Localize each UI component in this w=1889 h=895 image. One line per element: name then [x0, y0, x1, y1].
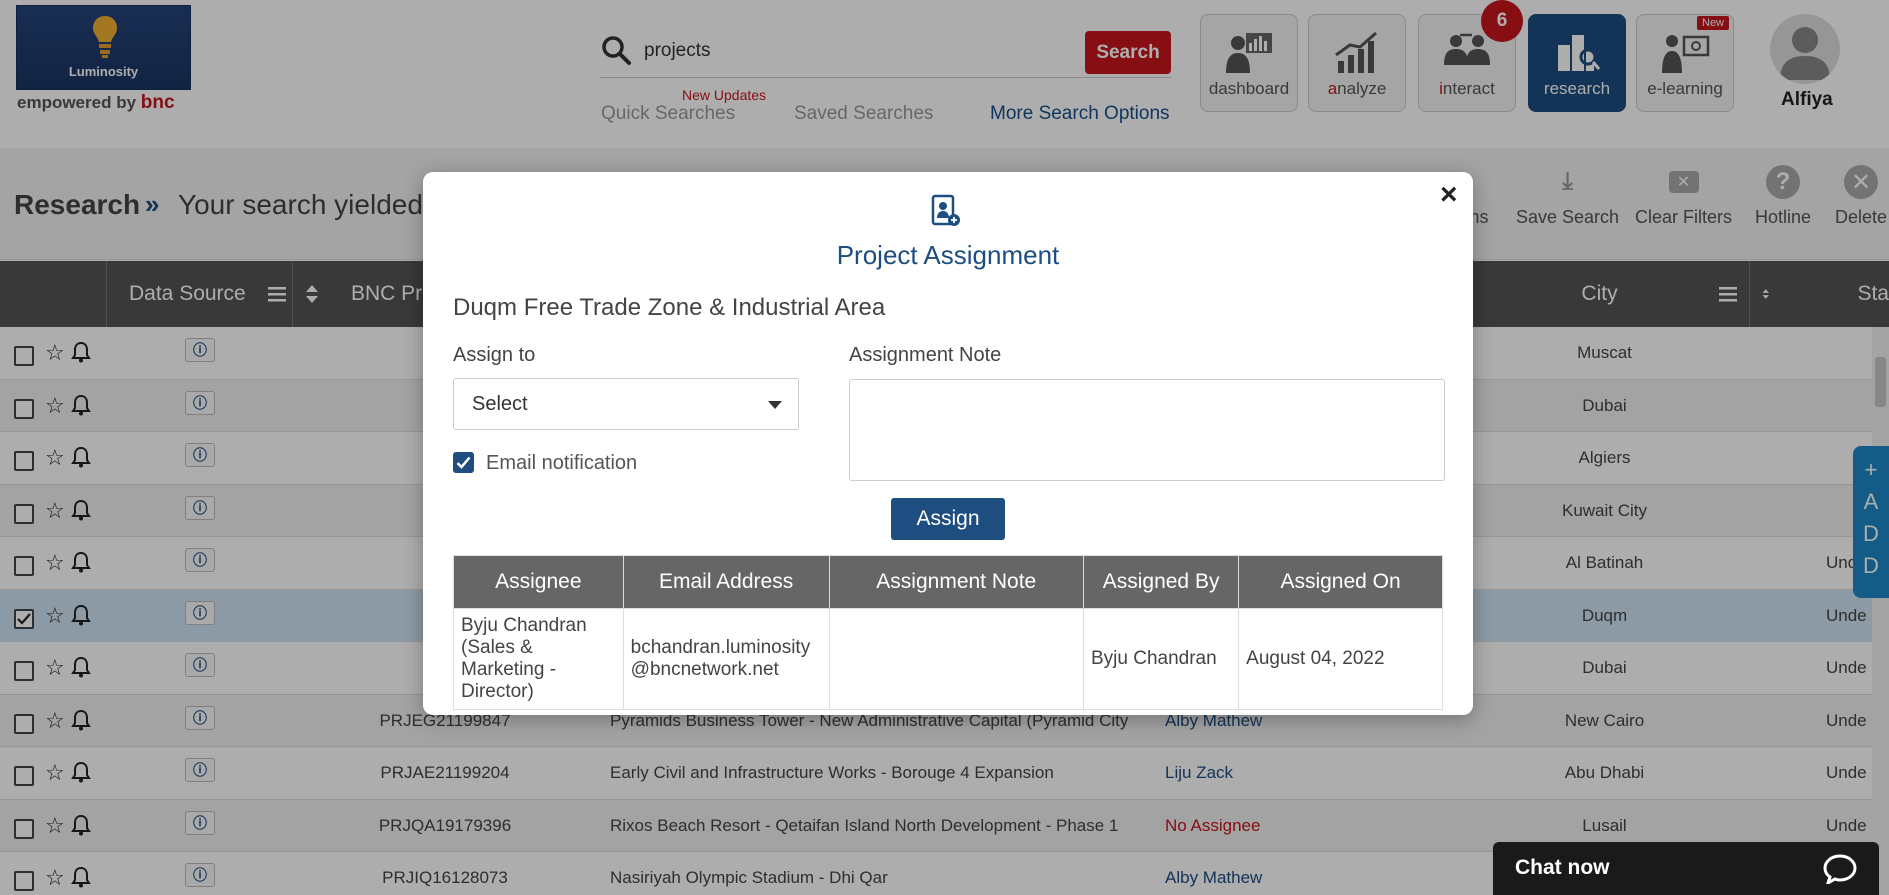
- th-assigned-by: Assigned By: [1082, 555, 1240, 609]
- email-notification-checkbox[interactable]: [453, 452, 474, 473]
- cell-email: bchandran.luminosity@bncnetwork.net: [622, 608, 830, 710]
- cell-note: [828, 608, 1085, 710]
- assign-to-selected-value: Select: [472, 393, 528, 415]
- assignment-note-label: Assignment Note: [849, 344, 1002, 366]
- th-email-address: Email Address: [622, 555, 830, 609]
- assignment-note-input[interactable]: [849, 379, 1445, 481]
- th-assignment-note: Assignment Note: [828, 555, 1085, 609]
- table-row: Byju Chandran (Sales & Marketing - Direc…: [453, 608, 1443, 710]
- assignment-history-table: Assignee Email Address Assignment Note A…: [453, 555, 1443, 710]
- th-assignee: Assignee: [453, 555, 624, 609]
- check-icon: [456, 456, 471, 469]
- email-notification-label[interactable]: Email notification: [486, 452, 637, 475]
- assign-to-select[interactable]: Select: [453, 378, 799, 430]
- cell-assigned-on: August 04, 2022: [1238, 608, 1443, 710]
- chat-bubble-icon: [1823, 854, 1857, 884]
- cell-assigned-by: Byju Chandran: [1082, 608, 1240, 710]
- close-icon[interactable]: ×: [1440, 178, 1458, 212]
- chat-widget[interactable]: Chat now: [1493, 842, 1879, 895]
- modal-title: Project Assignment: [836, 240, 1060, 270]
- caret-down-icon: [768, 401, 782, 409]
- assign-user-icon: [931, 194, 960, 226]
- project-name: Duqm Free Trade Zone & Industrial Area: [453, 294, 886, 321]
- project-assignment-modal: × Project Assignment Duqm Free Trade Zon…: [423, 172, 1473, 715]
- assign-to-label: Assign to: [453, 344, 536, 366]
- assign-button[interactable]: Assign: [891, 498, 1005, 540]
- cell-assignee: Byju Chandran (Sales & Marketing - Direc…: [453, 608, 624, 710]
- chat-now-label: Chat now: [1515, 856, 1610, 879]
- table-header-row: Assignee Email Address Assignment Note A…: [453, 555, 1443, 609]
- th-assigned-on: Assigned On: [1238, 555, 1443, 609]
